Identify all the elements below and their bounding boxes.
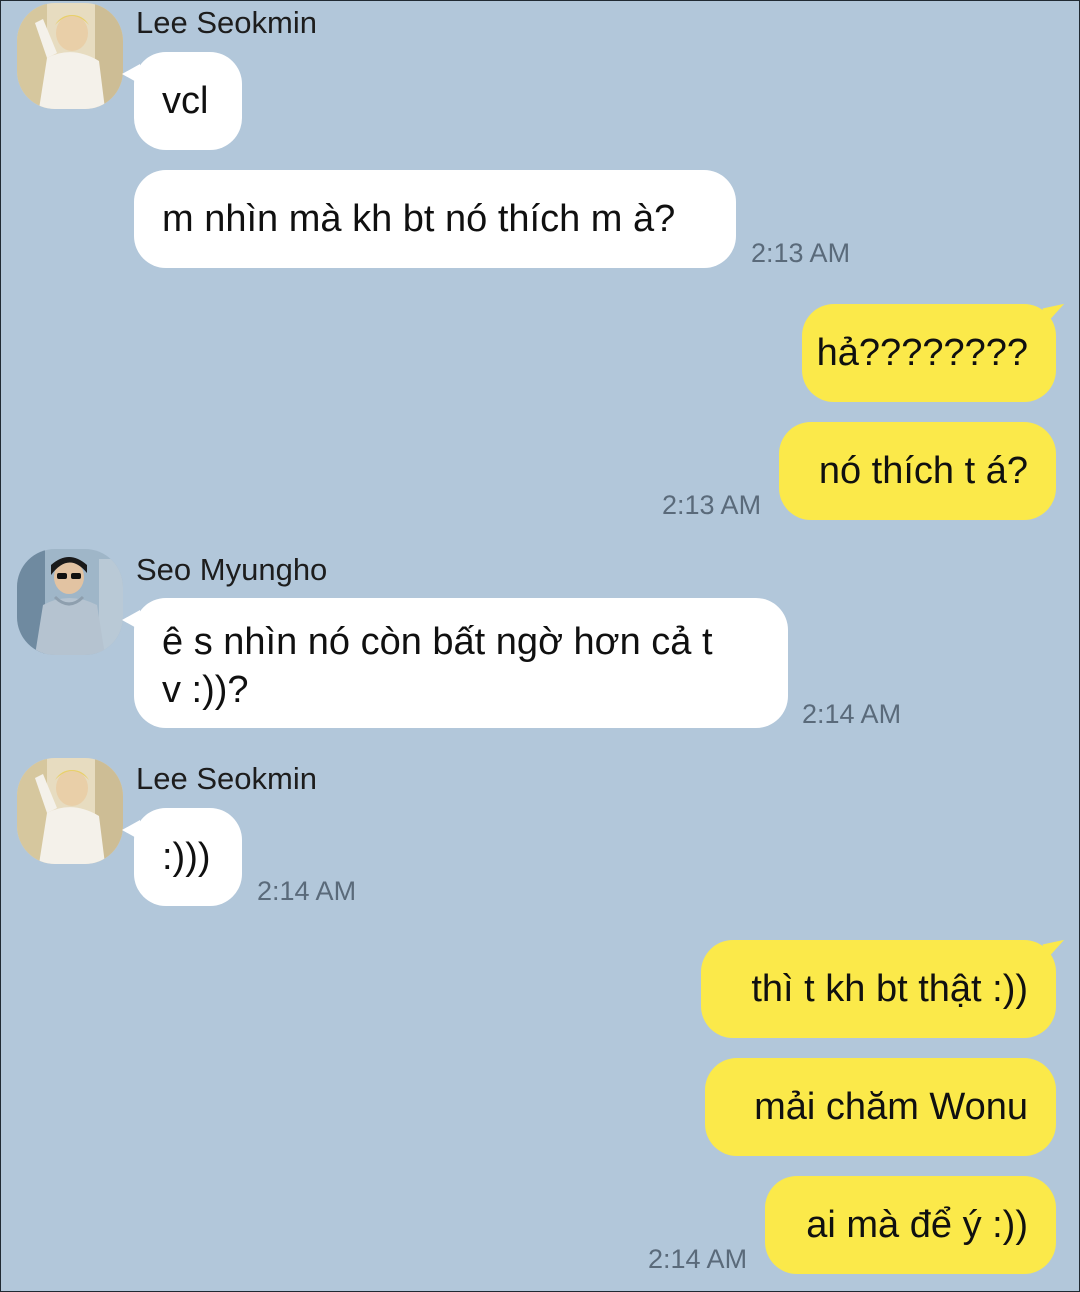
bubble-tail xyxy=(1042,303,1068,325)
sender-name: Lee Seokmin xyxy=(136,761,317,796)
message-text: :))) xyxy=(162,836,211,878)
message-timestamp: 2:13 AM xyxy=(751,238,851,268)
message-bubble-outgoing[interactable]: thì t kh bt thật :)) xyxy=(701,939,1068,1038)
avatar-seo-myungho[interactable] xyxy=(17,549,123,655)
avatar-lee-seokmin[interactable] xyxy=(17,3,123,109)
sender-name: Lee Seokmin xyxy=(136,5,317,40)
message-bubble-outgoing[interactable]: mải chăm Wonu xyxy=(705,1058,1056,1156)
message-timestamp: 2:14 AM xyxy=(257,876,357,906)
message-text: thì t kh bt thật :)) xyxy=(751,968,1028,1010)
bubble-tail xyxy=(1042,939,1068,961)
message-bubble-incoming[interactable]: vcl xyxy=(122,52,242,150)
message-text: vcl xyxy=(162,80,209,122)
message-bubble-incoming[interactable]: m nhìn mà kh bt nó thích m à? xyxy=(134,170,736,268)
message-text: mải chăm Wonu xyxy=(754,1086,1028,1128)
message-text: nó thích t á? xyxy=(818,450,1028,492)
message-bubble-outgoing[interactable]: hả???????? xyxy=(802,303,1068,402)
message-bubble-outgoing[interactable]: ai mà để ý :)) xyxy=(765,1176,1056,1274)
profile-photo-icon xyxy=(17,549,123,655)
message-text: ai mà để ý :)) xyxy=(806,1204,1028,1246)
sender-name: Seo Myungho xyxy=(136,552,328,587)
message-bubble-incoming[interactable]: :))) xyxy=(122,808,242,906)
message-text: ê s nhìn nó còn bất ngờ hơn cả t v :))? xyxy=(162,621,713,711)
bubble-tail xyxy=(122,64,140,84)
bubble-tail xyxy=(122,610,140,630)
message-text: hả???????? xyxy=(816,332,1028,374)
avatar-lee-seokmin[interactable] xyxy=(17,758,123,864)
message-timestamp: 2:13 AM xyxy=(662,490,762,520)
message-bubble-outgoing[interactable]: nó thích t á? xyxy=(779,422,1056,520)
message-bubble-incoming[interactable]: ê s nhìn nó còn bất ngờ hơn cả t v :))? xyxy=(122,598,788,728)
profile-photo-icon xyxy=(17,3,123,109)
message-timestamp: 2:14 AM xyxy=(802,699,902,729)
profile-photo-icon xyxy=(17,758,123,864)
bubble-tail xyxy=(122,820,140,840)
message-text: m nhìn mà kh bt nó thích m à? xyxy=(162,198,676,240)
message-timestamp: 2:14 AM xyxy=(648,1244,748,1274)
